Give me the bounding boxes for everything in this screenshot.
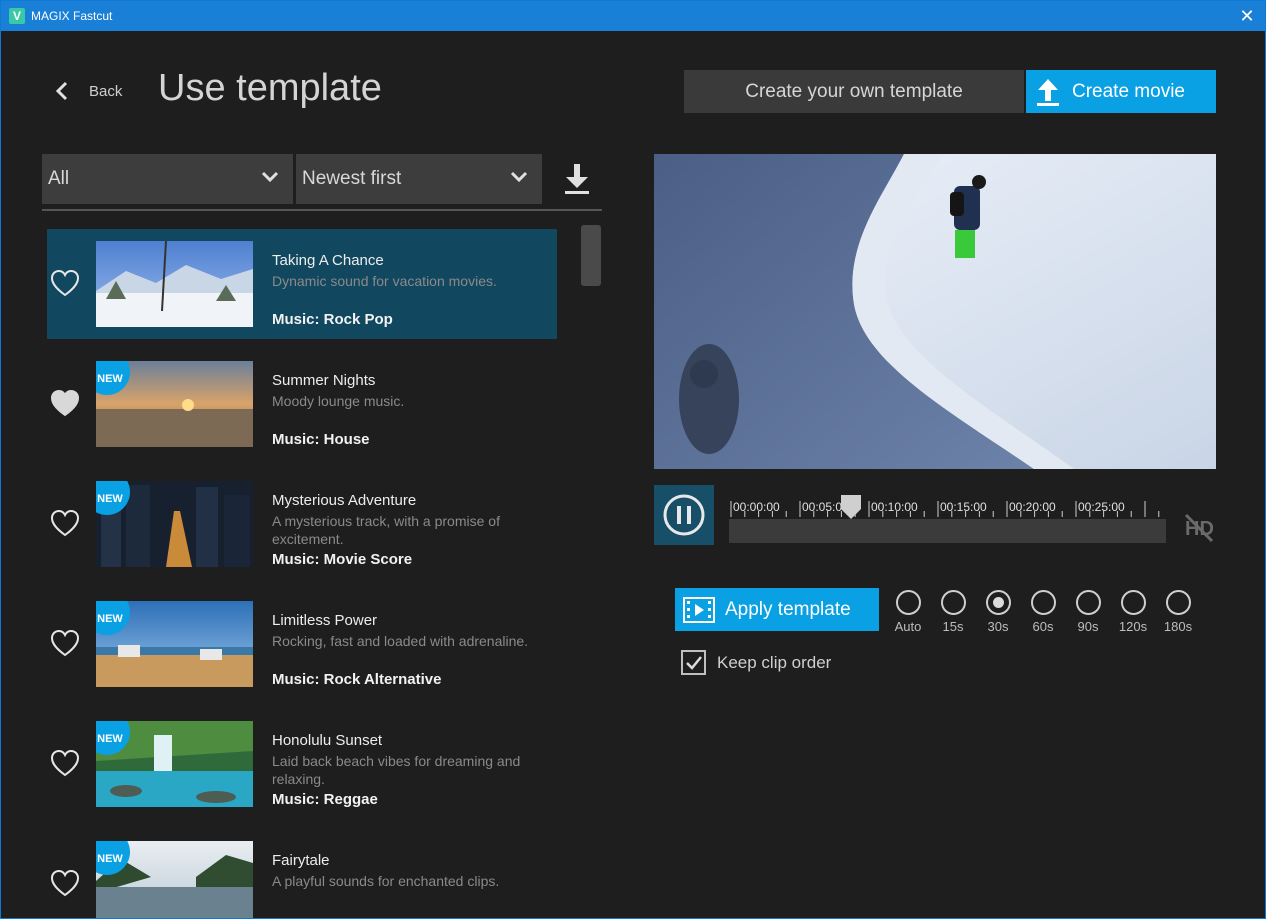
duration-label: 60s <box>1032 619 1054 634</box>
list-scrollbar[interactable] <box>581 225 601 286</box>
sort-dropdown[interactable]: Newest first <box>296 154 542 204</box>
template-title: Summer Nights <box>272 372 376 389</box>
timecode-label: 00:25:00 <box>1078 500 1125 514</box>
template-music: Music: Rock Alternative <box>272 671 442 688</box>
page-title: Use template <box>158 67 382 109</box>
back-button[interactable]: Back <box>51 77 122 105</box>
create-movie-label: Create movie <box>1072 80 1185 102</box>
template-music: Music: Reggae <box>272 791 378 808</box>
template-list: Taking A Chance Dynamic sound for vacati… <box>42 221 567 918</box>
template-description: Rocking, fast and loaded with adrenaline… <box>272 633 529 649</box>
radio-circle <box>1030 590 1056 615</box>
template-item[interactable]: NEW Honolulu Sunset Laid back beach vibe… <box>47 709 557 819</box>
radio-circle <box>1165 590 1191 615</box>
radio-circle <box>1120 590 1146 615</box>
template-music: Music: Movie Score <box>272 551 413 568</box>
timecode-label: 00:15:00 <box>940 500 987 514</box>
duration-label: Auto <box>894 619 922 634</box>
heart-filled-icon[interactable] <box>50 389 80 419</box>
playhead-handle[interactable] <box>841 495 862 521</box>
template-thumbnail: NEW <box>96 481 253 567</box>
duration-label: 90s <box>1077 619 1099 634</box>
heart-outline-icon[interactable] <box>50 749 80 779</box>
duration-radio-90s[interactable]: 90s <box>1066 590 1110 634</box>
timecode-label: 00:00:00 <box>733 500 780 514</box>
category-value: All <box>48 168 70 189</box>
heart-outline-icon[interactable] <box>50 629 80 659</box>
template-item[interactable]: NEW Fairytale A playful sounds for encha… <box>47 829 557 918</box>
radio-circle <box>895 590 921 615</box>
template-title: Limitless Power <box>272 612 378 629</box>
film-play-icon <box>683 596 715 623</box>
duration-radio-30s[interactable]: 30s <box>976 590 1020 634</box>
download-icon[interactable] <box>563 162 591 196</box>
chevron-left-icon <box>55 81 68 101</box>
template-item[interactable]: NEW Summer Nights Moody lounge music. Mu… <box>47 349 557 459</box>
duration-radio-15s[interactable]: 15s <box>931 590 975 634</box>
pause-icon <box>663 494 705 536</box>
template-title: Taking A Chance <box>272 252 384 269</box>
timeline-scrubber[interactable]: 00:00:00 00:05:00 00:10:00 00:15:00 00:2… <box>729 495 1166 543</box>
radio-circle <box>940 590 966 615</box>
heart-outline-icon[interactable] <box>50 269 80 299</box>
template-thumbnail: NEW <box>96 361 253 447</box>
back-label: Back <box>89 82 123 100</box>
keep-clip-order-option[interactable]: Keep clip order <box>681 650 831 675</box>
template-item[interactable]: NEW Mysterious Adventure A mysterious tr… <box>47 469 557 579</box>
template-description: Dynamic sound for vacation movies. <box>272 273 497 289</box>
duration-label: 15s <box>942 619 964 634</box>
duration-radio-120s[interactable]: 120s <box>1111 590 1155 634</box>
video-preview <box>654 154 1216 469</box>
template-description: Laid back beach vibes for dreaming and r… <box>272 753 521 787</box>
heart-outline-icon[interactable] <box>50 509 80 539</box>
apply-template-label: Apply template <box>725 598 851 620</box>
radio-circle-selected <box>985 590 1011 615</box>
template-description: A playful sounds for enchanted clips. <box>272 873 500 889</box>
template-thumbnail <box>96 241 253 327</box>
chevron-down-icon <box>261 171 279 183</box>
template-title: Honolulu Sunset <box>272 732 383 749</box>
duration-radio-60s[interactable]: 60s <box>1021 590 1065 634</box>
heart-outline-icon[interactable] <box>50 869 80 899</box>
duration-radio-180s[interactable]: 180s <box>1156 590 1200 634</box>
apply-template-button[interactable]: Apply template <box>675 588 879 631</box>
keep-clip-order-checkbox[interactable] <box>681 650 706 675</box>
template-item[interactable]: NEW Limitless Power Rocking, fast and lo… <box>47 589 557 699</box>
template-item[interactable]: Taking A Chance Dynamic sound for vacati… <box>47 229 557 339</box>
checkmark-icon <box>685 655 702 670</box>
template-thumbnail: NEW <box>96 841 253 918</box>
create-movie-button[interactable]: Create movie <box>1026 70 1216 113</box>
template-thumbnail: NEW <box>96 601 253 687</box>
template-thumbnail: NEW <box>96 721 253 807</box>
pause-button[interactable] <box>654 485 714 545</box>
template-title: Mysterious Adventure <box>272 492 417 509</box>
app-window: V MAGIX Fastcut ✕ Back Use template Crea… <box>0 0 1266 919</box>
template-title: Fairytale <box>272 852 330 869</box>
template-description: Moody lounge music. <box>272 393 405 409</box>
radio-circle <box>1075 590 1101 615</box>
create-own-template-button[interactable]: Create your own template <box>684 70 1024 113</box>
upload-icon <box>1037 78 1059 106</box>
hd-off-icon[interactable]: HD <box>1182 511 1216 543</box>
template-music: Music: Rock Pop <box>272 311 393 328</box>
close-button[interactable]: ✕ <box>1229 1 1265 31</box>
timeline-track[interactable] <box>729 519 1166 543</box>
sort-value: Newest first <box>302 168 402 189</box>
category-dropdown[interactable]: All <box>42 154 293 204</box>
duration-label: 180s <box>1163 619 1193 634</box>
title-bar: V MAGIX Fastcut ✕ <box>1 1 1265 31</box>
timecode-label: 00:10:00 <box>871 500 918 514</box>
app-logo-icon: V <box>9 8 25 24</box>
chevron-down-icon <box>510 171 528 183</box>
timecode-label: 00:20:00 <box>1009 500 1056 514</box>
window-title: MAGIX Fastcut <box>31 9 113 23</box>
keep-clip-order-label: Keep clip order <box>717 652 832 672</box>
duration-label: 120s <box>1118 619 1148 634</box>
duration-radio-auto[interactable]: Auto <box>886 590 930 634</box>
filter-divider <box>42 209 602 211</box>
template-description: A mysterious track, with a promise of ex… <box>272 513 500 547</box>
template-music: Music: House <box>272 431 370 448</box>
duration-label: 30s <box>987 619 1009 634</box>
